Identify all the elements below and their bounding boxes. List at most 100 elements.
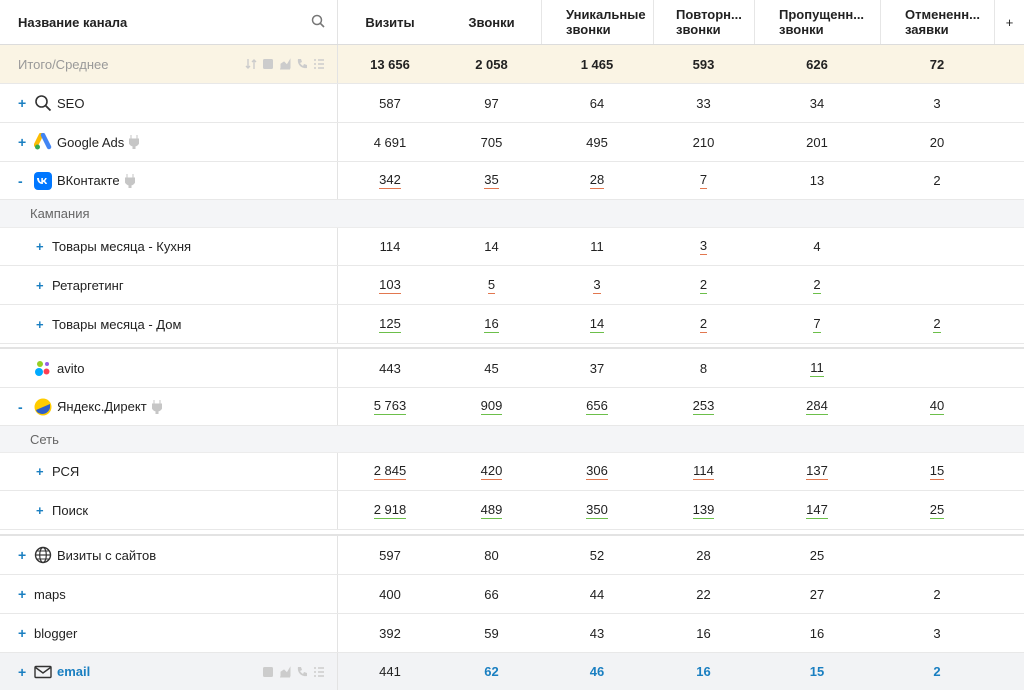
table-row-yd-search[interactable]: + Поиск 2 918 489 350 139 147 25: [0, 491, 1024, 530]
table-row-yd-rsya[interactable]: + РСЯ 2 845 420 306 114 137 15: [0, 453, 1024, 491]
expand-button[interactable]: +: [18, 95, 34, 111]
google-ads-icon: [34, 133, 52, 150]
cell-unique-value: 656: [586, 398, 608, 415]
column-header-calls[interactable]: Звонки: [442, 0, 541, 44]
square-icon[interactable]: [262, 666, 274, 678]
cell-repeat-value: 114: [693, 463, 714, 480]
cell-cancelled: 2: [933, 586, 941, 602]
add-column-button[interactable]: +: [994, 0, 1024, 44]
cell-repeat: 2: [653, 266, 754, 304]
column-header-unique-calls[interactable]: Уникальные звонки: [541, 0, 653, 44]
column-header-calls-label: Звонки: [468, 14, 515, 30]
cell-cancelled-value: 2: [933, 315, 941, 333]
row-name: + РСЯ: [0, 453, 338, 490]
square-icon[interactable]: [262, 58, 274, 70]
totals-cancelled: 72: [929, 56, 945, 72]
table-row-avito[interactable]: avito 443 45 37 8 11: [0, 347, 1024, 388]
cell-visits: 4 691: [373, 134, 407, 150]
cell-calls-value: 5: [487, 276, 496, 294]
table-row-vkontakte[interactable]: - ВКонтакте 342 35 28 7 13 2: [0, 162, 1024, 200]
row-label[interactable]: email: [57, 664, 90, 679]
table-row-blogger[interactable]: + blogger 392 59 43 16 16 3: [0, 614, 1024, 653]
chart-icon[interactable]: [279, 58, 291, 70]
cell-missed: 284: [754, 388, 880, 425]
table-row-site-visits[interactable]: + Визиты с сайтов 597 80 52 28 25: [0, 534, 1024, 575]
list-icon[interactable]: [313, 58, 325, 70]
group-header-network: Сеть: [0, 426, 1024, 453]
expand-button[interactable]: +: [36, 278, 52, 293]
expand-button[interactable]: +: [18, 664, 34, 680]
table-row-vk-kitchen[interactable]: + Товары месяца - Кухня 114 14 11 3 4: [0, 228, 1024, 266]
expand-button[interactable]: +: [18, 134, 34, 150]
collapse-button[interactable]: -: [18, 399, 34, 415]
expand-button[interactable]: +: [36, 239, 52, 254]
cell-visits-value: 342: [379, 172, 401, 189]
row-label: Google Ads: [57, 134, 125, 150]
list-icon[interactable]: [313, 666, 325, 678]
column-header-visits[interactable]: Визиты: [338, 0, 442, 44]
column-header-missed-line2: звонки: [779, 22, 824, 37]
expand-button[interactable]: +: [36, 464, 52, 479]
expand-button[interactable]: +: [18, 586, 34, 602]
column-header-missed-calls[interactable]: Пропущенн... звонки: [754, 0, 880, 44]
row-toolbar: [262, 653, 325, 690]
table-row-maps[interactable]: + maps 400 66 44 22 27 2: [0, 575, 1024, 614]
row-label: РСЯ: [52, 464, 80, 479]
row-label: Товары месяца - Дом: [52, 316, 182, 332]
cell-unique[interactable]: 46: [541, 653, 653, 690]
table-header: Название канала Визиты Звонки Уникальные…: [0, 0, 1024, 45]
cell-unique: 495: [586, 134, 608, 150]
cell-repeat: 16: [696, 625, 711, 641]
table-row-vk-home[interactable]: + Товары месяца - Дом 125 16 14 2 7 2: [0, 305, 1024, 344]
cell-missed: 27: [809, 586, 825, 602]
cell-missed[interactable]: 15: [754, 653, 880, 690]
cell-calls-value: 35: [484, 172, 499, 189]
table-row-google-ads[interactable]: + Google Ads 4 691 705 495 210 201 20: [0, 123, 1024, 162]
table-row-seo[interactable]: + SEO 587 97 64 33 34 3: [0, 84, 1024, 123]
table-row-email[interactable]: + email 441 62 46 16 15 2: [0, 653, 1024, 690]
column-header-name[interactable]: Название канала: [0, 0, 338, 44]
cell-repeat: 210: [692, 134, 715, 150]
cell-missed-value: 284: [806, 398, 828, 415]
expand-button[interactable]: +: [36, 317, 52, 332]
cell-cancelled[interactable]: 2: [880, 653, 994, 690]
cell-calls[interactable]: 62: [442, 653, 541, 690]
totals-toolbar: [245, 45, 325, 83]
cell-cancelled: 40: [880, 388, 994, 425]
row-label: Ретаргетинг: [52, 277, 124, 293]
cell-repeat-value: 3: [699, 238, 708, 255]
expand-button[interactable]: +: [18, 547, 34, 563]
cell-cancelled: 2: [880, 305, 994, 343]
cell-cancelled: [880, 349, 994, 387]
expand-button[interactable]: +: [18, 625, 34, 641]
cell-missed: 34: [809, 95, 825, 111]
collapse-button[interactable]: -: [18, 173, 34, 189]
channel-stats-table: Название канала Визиты Звонки Уникальные…: [0, 0, 1024, 690]
row-label: ВКонтакте: [57, 173, 120, 188]
cell-repeat: 2: [653, 305, 754, 343]
phone-icon[interactable]: [296, 58, 308, 70]
globe-icon: [34, 546, 52, 564]
cell-repeat[interactable]: 16: [653, 653, 754, 690]
phone-icon[interactable]: [296, 666, 308, 678]
table-row-vk-retargeting[interactable]: + Ретаргетинг 103 5 3 2 2: [0, 266, 1024, 305]
cell-missed: 7: [754, 305, 880, 343]
cell-visits: 103: [338, 266, 442, 304]
cell-cancelled: 15: [880, 453, 994, 490]
cell-calls-value: 420: [480, 463, 503, 480]
column-header-cancelled[interactable]: Отмененн... заявки: [880, 0, 994, 44]
search-icon[interactable]: [311, 14, 325, 28]
totals-label: Итого/Среднее: [0, 45, 338, 83]
chart-icon[interactable]: [279, 665, 291, 678]
table-row-yandex-direct[interactable]: - Яндекс.Директ 5 763 909 656 253 284 40: [0, 388, 1024, 426]
cell-unique: 656: [541, 388, 653, 425]
cell-unique: 64: [589, 95, 605, 111]
cell-calls: 97: [484, 95, 499, 111]
cell-cancelled: 25: [880, 491, 994, 529]
yandex-direct-icon: [34, 398, 52, 415]
expand-button[interactable]: +: [36, 503, 52, 518]
cell-missed: 201: [806, 134, 828, 150]
cell-unique: 52: [589, 547, 605, 563]
column-header-repeat-calls[interactable]: Повторн... звонки: [653, 0, 754, 44]
sort-icon[interactable]: [245, 58, 257, 70]
